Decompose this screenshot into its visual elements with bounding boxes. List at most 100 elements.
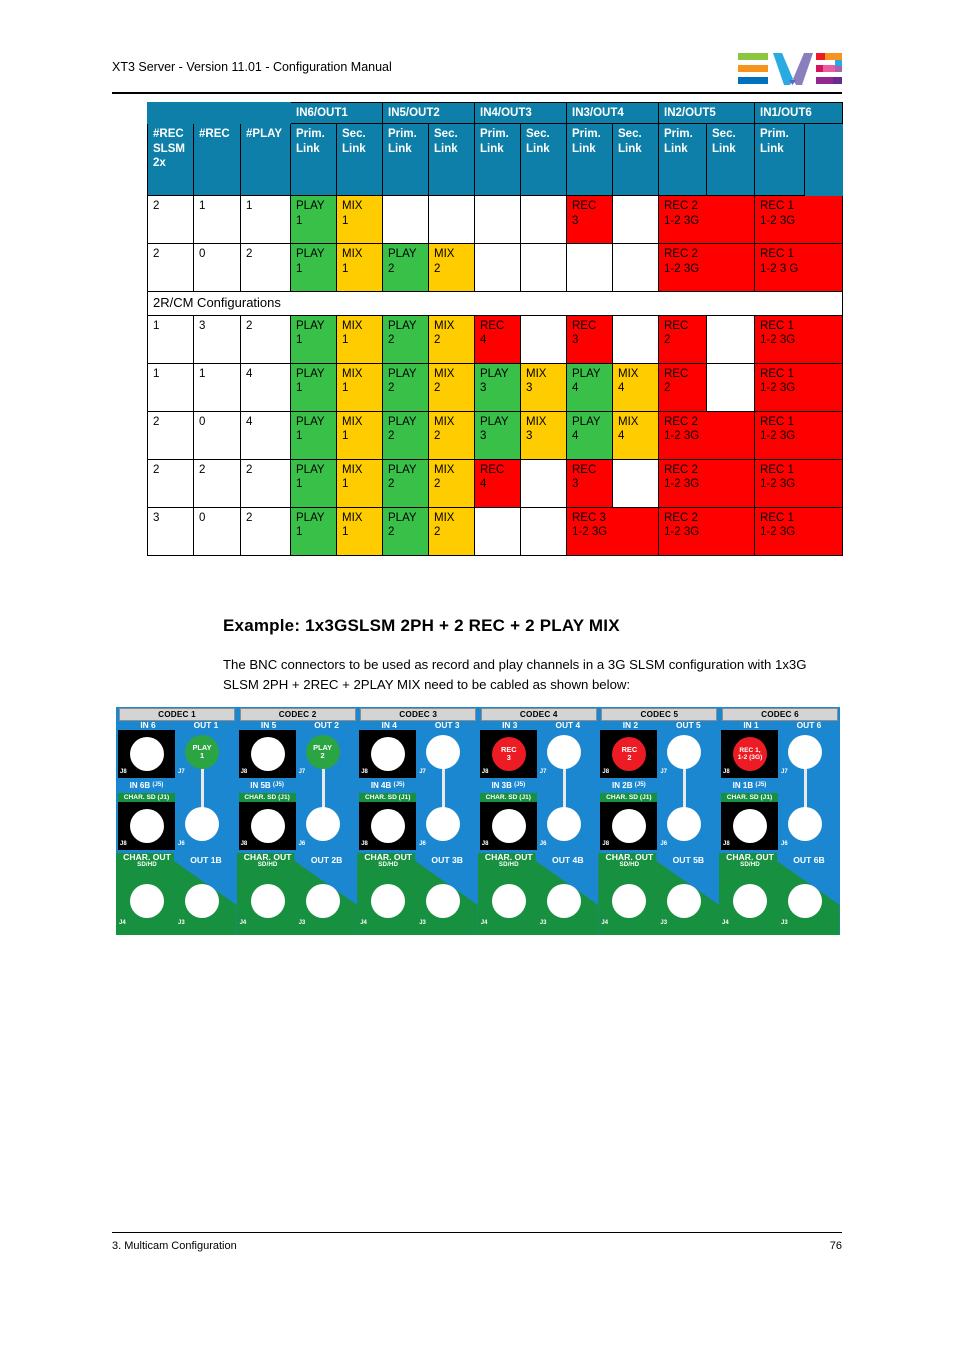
bnc-out-top[interactable] — [788, 735, 822, 769]
bnc-connector[interactable] — [305, 735, 340, 769]
bnc-connector[interactable] — [546, 807, 581, 841]
bnc-connector[interactable] — [426, 884, 461, 918]
bnc-in-bottom[interactable] — [612, 809, 647, 843]
bnc-connector[interactable] — [426, 807, 461, 841]
bnc-connector[interactable] — [788, 807, 822, 841]
bnc-outb[interactable] — [546, 884, 581, 918]
bnc-out-top[interactable]: PLAY 1 — [185, 735, 219, 769]
bnc-charout[interactable] — [130, 884, 164, 918]
cell-link: MIX 2 — [428, 362, 475, 412]
table-row: 2 2 2 PLAY 1 MIX 1 PLAY 2 MIX 2 REC 4 REC 3 RE… — [147, 458, 843, 508]
bnc-outb[interactable] — [667, 884, 702, 918]
jack-id-j6: J6 — [660, 841, 668, 847]
cell-link: REC 1 1-2 3 G — [754, 243, 843, 293]
bnc-out-bottom[interactable] — [305, 807, 340, 841]
cell-link: REC 2 — [658, 314, 707, 364]
bnc-connector[interactable] — [491, 884, 526, 918]
bnc-in-top[interactable]: REC 2 — [612, 737, 647, 771]
bnc-connector[interactable] — [130, 809, 164, 843]
col-header-prim-1: Prim. Link — [290, 123, 337, 197]
bnc-connector[interactable] — [426, 735, 461, 769]
bnc-in-top[interactable]: REC 1, 1-2 (3G) — [733, 737, 767, 771]
bnc-connector[interactable] — [250, 884, 285, 918]
bnc-in-bottom[interactable] — [250, 809, 285, 843]
group-header-blank-3 — [240, 101, 291, 125]
bnc-connector[interactable] — [371, 737, 406, 771]
bnc-charout[interactable] — [250, 884, 285, 918]
bnc-in-bottom[interactable] — [371, 809, 406, 843]
bnc-connector[interactable] — [130, 737, 164, 771]
bnc-connector[interactable] — [491, 809, 526, 843]
bnc-connector[interactable] — [667, 807, 702, 841]
bnc-connector[interactable] — [612, 809, 647, 843]
bnc-connector[interactable] — [185, 884, 219, 918]
bnc-connector[interactable] — [788, 884, 822, 918]
bnc-connector[interactable] — [185, 807, 219, 841]
jack-id-j3: J3 — [781, 920, 788, 926]
bnc-connector[interactable] — [491, 737, 526, 771]
bnc-out-top[interactable]: PLAY 2 — [305, 735, 340, 769]
bnc-in-bottom[interactable] — [491, 809, 526, 843]
char-out-label: CHAR. OUT SD/HD — [123, 852, 171, 868]
bnc-charout[interactable] — [612, 884, 647, 918]
bnc-in-top[interactable] — [250, 737, 285, 771]
bnc-charout[interactable] — [733, 884, 767, 918]
col-header-sec-4: Sec. Link — [612, 123, 659, 197]
bnc-connector[interactable] — [371, 809, 406, 843]
jack-id-j4: J4 — [360, 920, 367, 926]
cell-link: PLAY 2 — [382, 243, 429, 293]
bnc-connector[interactable] — [371, 884, 406, 918]
connector-panel-diagram: CODEC 1 IN 6 OUT 1 J8 J7 PLAY 1 IN 6B (J5… — [116, 707, 840, 935]
bnc-out-top[interactable] — [426, 735, 461, 769]
bnc-in-top[interactable] — [371, 737, 406, 771]
bnc-in-bottom[interactable] — [130, 809, 164, 843]
input-b-label: IN 4B (J5) — [370, 781, 405, 790]
col-header-prim-6: Prim. Link — [754, 123, 805, 197]
bnc-connector[interactable] — [733, 809, 767, 843]
bnc-out-bottom[interactable] — [667, 807, 702, 841]
jack-id-j8-top: J8 — [361, 769, 368, 775]
cell-link — [474, 506, 521, 556]
bnc-connector[interactable] — [667, 735, 702, 769]
output-label: OUT 6 — [796, 720, 822, 730]
bnc-out-top[interactable] — [546, 735, 581, 769]
bnc-connector[interactable] — [130, 884, 164, 918]
group-header-in2out5: IN2/OUT5 — [658, 101, 755, 125]
bnc-charout[interactable] — [491, 884, 526, 918]
bnc-outb[interactable] — [788, 884, 822, 918]
bnc-in-top[interactable] — [130, 737, 164, 771]
bnc-outb[interactable] — [185, 884, 219, 918]
input-label: IN 1 — [743, 720, 759, 730]
bnc-connector[interactable] — [250, 809, 285, 843]
bnc-connector[interactable] — [546, 884, 581, 918]
bnc-connector[interactable] — [305, 807, 340, 841]
bnc-outb[interactable] — [426, 884, 461, 918]
bnc-connector[interactable] — [667, 884, 702, 918]
cell-link: MIX 1 — [336, 410, 383, 460]
bnc-connector[interactable] — [788, 735, 822, 769]
bnc-out-bottom[interactable] — [546, 807, 581, 841]
bnc-connector[interactable] — [546, 735, 581, 769]
bnc-connector[interactable] — [733, 737, 767, 771]
bnc-out-bottom[interactable] — [788, 807, 822, 841]
document-title: XT3 Server - Version 11.01 - Configurati… — [112, 60, 392, 74]
bnc-outb[interactable] — [305, 884, 340, 918]
bnc-connector[interactable] — [185, 735, 219, 769]
bnc-out-top[interactable] — [667, 735, 702, 769]
bnc-connector[interactable] — [612, 884, 647, 918]
cell-rec: 1 — [193, 195, 241, 245]
bnc-connector[interactable] — [305, 884, 340, 918]
bnc-connector[interactable] — [733, 884, 767, 918]
bnc-in-top[interactable]: REC 3 — [491, 737, 526, 771]
bnc-in-bottom[interactable] — [733, 809, 767, 843]
bnc-connector[interactable] — [250, 737, 285, 771]
bnc-connector[interactable] — [612, 737, 647, 771]
bnc-charout[interactable] — [371, 884, 406, 918]
bnc-out-bottom[interactable] — [185, 807, 219, 841]
col-header-sec-2: Sec. Link — [428, 123, 475, 197]
bnc-out-bottom[interactable] — [426, 807, 461, 841]
evs-logo — [738, 52, 842, 86]
cell-link: MIX 1 — [336, 243, 383, 293]
cell-link: MIX 1 — [336, 506, 383, 556]
cell-link: REC 1 1-2 3G — [754, 362, 843, 412]
